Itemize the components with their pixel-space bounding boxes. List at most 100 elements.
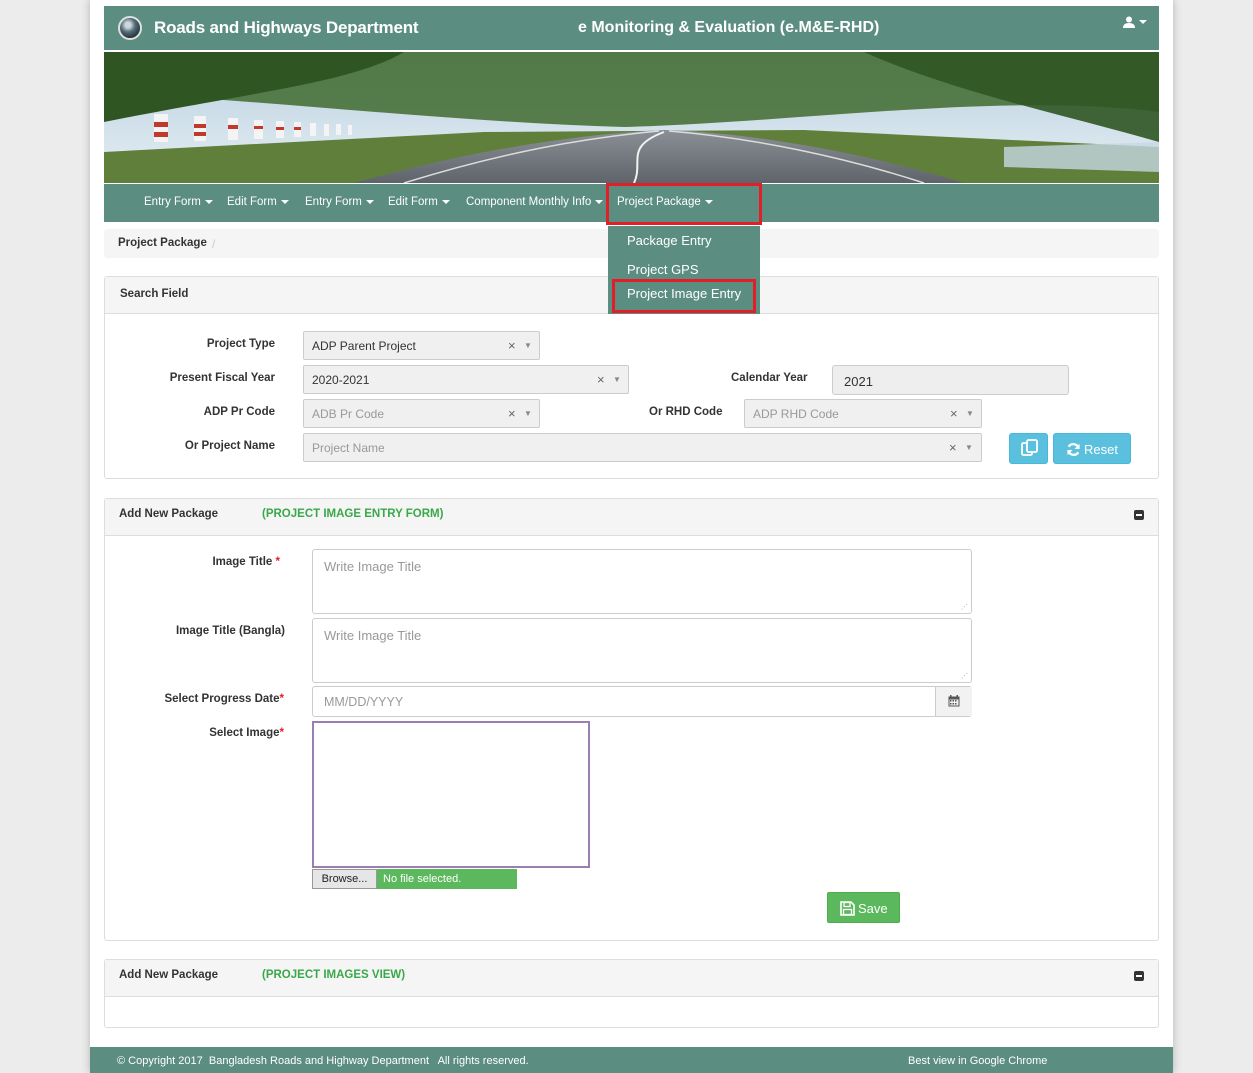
menu-item-package-entry[interactable]: Package Entry xyxy=(627,233,712,248)
save-button[interactable]: Save xyxy=(827,892,900,923)
image-title-placeholder: Write Image Title xyxy=(324,559,422,574)
images-view-panel-header: Add New Package (PROJECT IMAGES VIEW) xyxy=(105,960,1158,997)
nav-highlight-box xyxy=(606,183,762,225)
images-view-panel-subtitle: (PROJECT IMAGES VIEW) xyxy=(262,969,406,981)
fiscal-year-label: Present Fiscal Year xyxy=(169,372,275,384)
fiscal-year-value: 2020-2021 xyxy=(312,373,370,387)
clear-icon[interactable]: × xyxy=(950,406,958,421)
file-input[interactable]: Browse... No file selected. xyxy=(312,869,517,889)
footer: © Copyright 2017 Bangladesh Roads and Hi… xyxy=(90,1047,1173,1073)
nav-entry-form-1[interactable]: Entry Form xyxy=(144,196,213,208)
project-type-select[interactable]: ADP Parent Project × ▼ xyxy=(303,331,540,360)
nav-item-label: Edit Form xyxy=(388,196,438,208)
search-panel-title: Search Field xyxy=(120,288,189,300)
project-name-placeholder: Project Name xyxy=(312,441,385,455)
refresh-icon xyxy=(1067,443,1080,456)
dropdown-arrow-icon: ▼ xyxy=(965,443,973,452)
adp-code-placeholder: ADB Pr Code xyxy=(312,407,385,421)
image-title-bangla-input[interactable]: Write Image Title ⋰ xyxy=(312,618,972,683)
image-title-bangla-placeholder: Write Image Title xyxy=(324,628,422,643)
collapse-icon[interactable] xyxy=(1134,510,1144,520)
app-title: e Monitoring & Evaluation (e.M&E-RHD) xyxy=(578,19,880,36)
calendar-year-input[interactable]: 2021 xyxy=(832,365,1069,395)
project-type-value: ADP Parent Project xyxy=(312,339,416,353)
image-title-input[interactable]: Write Image Title ⋰ xyxy=(312,549,972,614)
calendar-year-value: 2021 xyxy=(844,374,873,389)
image-title-label: Image Title * xyxy=(212,556,280,568)
floppy-disk-icon xyxy=(840,901,855,916)
dropdown-arrow-icon: ▼ xyxy=(613,375,621,384)
images-view-panel: Add New Package (PROJECT IMAGES VIEW) xyxy=(104,959,1159,1028)
required-mark: * xyxy=(275,556,280,568)
copyright-text: © Copyright 2017 Bangladesh Roads and Hi… xyxy=(117,1055,529,1067)
image-entry-panel-header: Add New Package (PROJECT IMAGE ENTRY FOR… xyxy=(105,499,1158,536)
browse-button[interactable]: Browse... xyxy=(312,869,377,889)
user-icon xyxy=(1123,16,1135,28)
adp-code-select[interactable]: ADB Pr Code × ▼ xyxy=(303,399,540,428)
file-status: No file selected. xyxy=(383,873,462,885)
calendar-icon xyxy=(948,695,960,707)
nav-item-label: Entry Form xyxy=(305,196,362,208)
collapse-icon[interactable] xyxy=(1134,971,1144,981)
required-mark: * xyxy=(279,727,284,739)
breadcrumb-current: Project Package xyxy=(118,237,207,249)
image-entry-panel-subtitle: (PROJECT IMAGE ENTRY FORM) xyxy=(262,508,444,520)
dropdown-arrow-icon: ▼ xyxy=(524,409,532,418)
rhd-code-select[interactable]: ADP RHD Code × ▼ xyxy=(744,399,982,428)
project-type-label: Project Type xyxy=(206,338,275,350)
nav-edit-form-1[interactable]: Edit Form xyxy=(227,196,289,208)
chevron-down-icon xyxy=(441,199,450,204)
chevron-down-icon xyxy=(595,199,604,204)
image-title-label-text: Image Title xyxy=(212,556,273,568)
image-title-bangla-label: Image Title (Bangla) xyxy=(175,625,285,637)
copy-icon xyxy=(1021,439,1038,456)
reset-button[interactable]: Reset xyxy=(1053,433,1131,464)
banner-image xyxy=(104,52,1159,183)
copy-button[interactable] xyxy=(1009,433,1048,464)
project-name-label: Or Project Name xyxy=(184,440,275,452)
calendar-year-label: Calendar Year xyxy=(731,372,808,384)
dropdown-arrow-icon: ▼ xyxy=(966,409,974,418)
fiscal-year-select[interactable]: 2020-2021 × ▼ xyxy=(303,365,629,394)
adp-code-label: ADP Pr Code xyxy=(203,406,275,418)
progress-date-label-text: Select Progress Date xyxy=(164,693,280,705)
progress-date-placeholder: MM/DD/YYYY xyxy=(324,695,404,709)
road-scene-image xyxy=(104,52,1159,183)
dropdown-arrow-icon: ▼ xyxy=(524,341,532,350)
calendar-button[interactable] xyxy=(935,687,972,716)
rhd-logo-icon xyxy=(118,16,142,40)
nav-component-monthly-info[interactable]: Component Monthly Info xyxy=(466,196,604,208)
select-image-label: Select Image* xyxy=(209,727,284,739)
dropdown-highlight-box xyxy=(612,279,756,313)
image-preview-box xyxy=(312,721,590,868)
chevron-down-icon xyxy=(280,199,289,204)
required-mark: * xyxy=(279,693,284,705)
menu-item-project-gps[interactable]: Project GPS xyxy=(627,262,699,277)
clear-icon[interactable]: × xyxy=(949,440,957,455)
clear-icon[interactable]: × xyxy=(597,372,605,387)
nav-edit-form-2[interactable]: Edit Form xyxy=(388,196,450,208)
rhd-code-label: Or RHD Code xyxy=(649,406,723,418)
breadcrumb-separator: / xyxy=(212,237,216,251)
brand-title: Roads and Highways Department xyxy=(154,18,419,37)
resize-handle-icon[interactable]: ⋰ xyxy=(961,603,968,611)
user-menu-button[interactable] xyxy=(1123,14,1147,28)
resize-handle-icon[interactable]: ⋰ xyxy=(961,672,968,680)
save-label: Save xyxy=(858,901,888,916)
progress-date-label: Select Progress Date* xyxy=(164,693,284,705)
nav-item-label: Edit Form xyxy=(227,196,277,208)
chevron-down-icon xyxy=(365,199,374,204)
clear-icon[interactable]: × xyxy=(508,338,516,353)
best-view-text: Best view in Google Chrome xyxy=(908,1055,1048,1067)
clear-icon[interactable]: × xyxy=(508,406,516,421)
reset-label: Reset xyxy=(1084,442,1118,457)
chevron-down-icon xyxy=(1139,19,1147,24)
project-name-select[interactable]: Project Name × ▼ xyxy=(303,433,982,462)
nav-item-label: Component Monthly Info xyxy=(466,196,592,208)
nav-entry-form-2[interactable]: Entry Form xyxy=(305,196,374,208)
nav-item-label: Entry Form xyxy=(144,196,201,208)
top-header: Roads and Highways Department e Monitori… xyxy=(104,6,1159,50)
chevron-down-icon xyxy=(204,199,213,204)
progress-date-input[interactable]: MM/DD/YYYY xyxy=(312,686,972,717)
images-view-panel-title: Add New Package xyxy=(119,969,219,981)
